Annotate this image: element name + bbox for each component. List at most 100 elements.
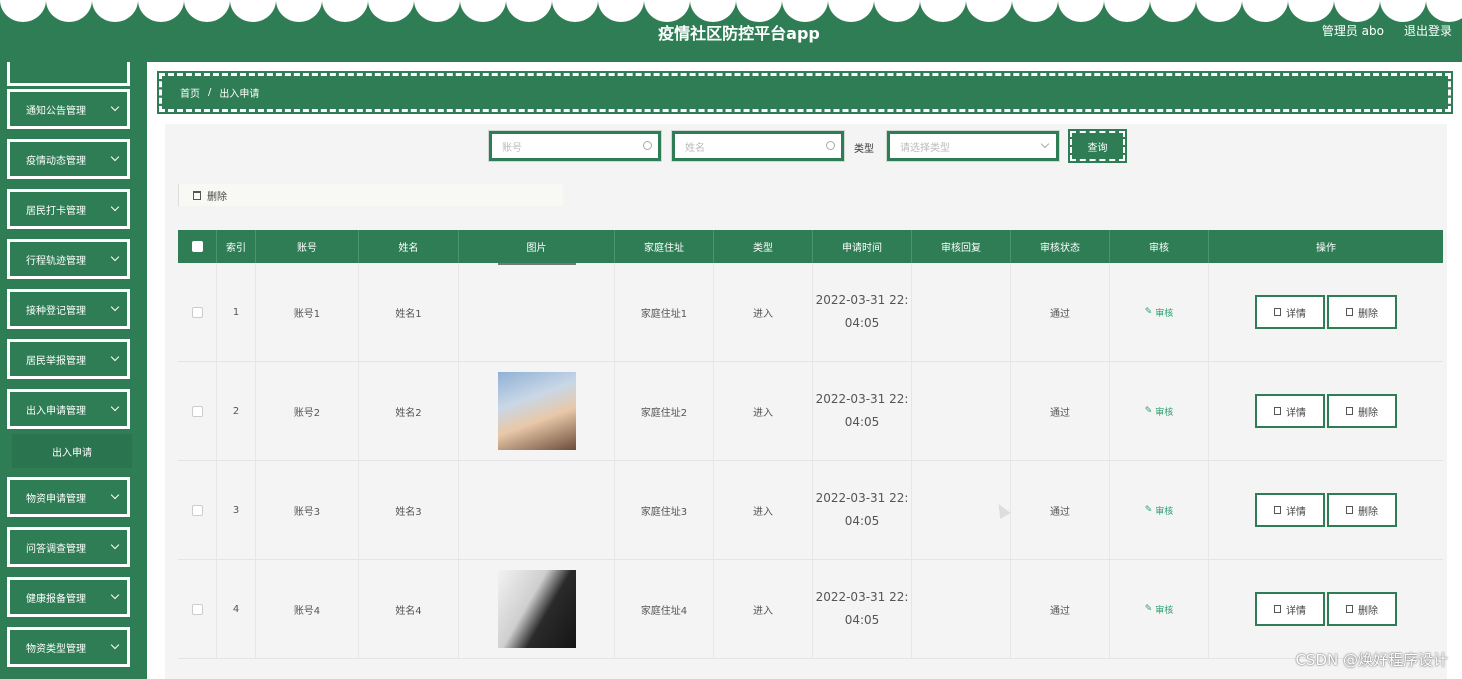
cell-time: 2022-03-31 22: 04:05	[813, 461, 912, 559]
row-checkbox[interactable]	[191, 603, 203, 615]
cell-index: 4	[217, 560, 256, 658]
cell-image	[459, 560, 615, 658]
chevron-down-icon	[110, 352, 120, 362]
chevron-down-icon	[110, 102, 120, 112]
scallop-shape	[46, 0, 92, 22]
sidebar-item-vaccine[interactable]: 接种登记管理	[7, 289, 130, 329]
audit-label: 审核	[1155, 308, 1174, 319]
detail-label: 详情	[1286, 407, 1306, 419]
scallop-shape	[92, 0, 138, 22]
sidebar-item-track[interactable]: 行程轨迹管理	[7, 239, 130, 279]
watermark: CSDN @焕好程序设计	[1295, 651, 1448, 669]
chevron-down-icon	[110, 202, 120, 212]
sidebar-item-epidemic[interactable]: 疫情动态管理	[7, 139, 130, 179]
main-area: 首页 / 出入申请 账号 姓名 类型 请选择类型 查询 删除 索引 账号 姓名 …	[147, 62, 1462, 679]
scallop-shape	[138, 0, 184, 22]
cell-name: 姓名3	[359, 461, 459, 559]
cell-actions: 详情 删除	[1209, 461, 1443, 559]
trash-icon	[193, 190, 201, 200]
cell-name: 姓名4	[359, 560, 459, 658]
delete-button[interactable]: 删除	[1327, 493, 1397, 527]
scallop-shape	[1242, 0, 1288, 22]
row-checkbox[interactable]	[191, 405, 203, 417]
edit-icon: ✎	[1144, 406, 1156, 416]
sidebar-item-notice[interactable]: 通知公告管理	[7, 89, 130, 129]
sidebar-item-supplies[interactable]: 物资申请管理	[7, 477, 130, 517]
header-scallop-decoration	[0, 0, 1462, 22]
row-select-cell	[178, 263, 217, 361]
delete-button[interactable]: 删除	[1327, 592, 1397, 626]
detail-button[interactable]: 详情	[1255, 592, 1325, 626]
chevron-down-icon	[110, 490, 120, 500]
account-search-input[interactable]: 账号	[488, 130, 662, 162]
audit-label: 审核	[1155, 506, 1174, 517]
sidebar-item-checkin[interactable]: 居民打卡管理	[7, 189, 130, 229]
table-header: 索引 账号 姓名 图片 家庭住址 类型 申请时间 审核回复 审核状态 审核 操作	[178, 230, 1443, 263]
audit-link[interactable]: ✎ 审核	[1110, 560, 1209, 658]
name-placeholder: 姓名	[685, 142, 705, 154]
name-search-input[interactable]: 姓名	[671, 130, 845, 162]
sidebar-item-label: 问答调查管理	[26, 543, 86, 555]
breadcrumb-home[interactable]: 首页	[180, 85, 200, 100]
admin-user-label: 管理员 abo	[1321, 24, 1384, 38]
batch-delete-bar: 删除	[178, 184, 563, 206]
sidebar-item-label: 通知公告管理	[26, 105, 86, 117]
detail-button[interactable]: 详情	[1255, 394, 1325, 428]
table-row: 4 账号4 姓名4 家庭住址4 进入 2022-03-31 22: 04:05 通…	[178, 560, 1443, 659]
document-icon	[1274, 308, 1281, 316]
audit-link[interactable]: ✎ 审核	[1110, 362, 1209, 460]
cell-type: 进入	[714, 263, 813, 361]
scallop-shape	[1288, 0, 1334, 22]
delete-button[interactable]: 删除	[1327, 295, 1397, 329]
scallop-shape	[644, 0, 690, 22]
audit-link[interactable]: ✎ 审核	[1110, 461, 1209, 559]
sidebar-item-partial[interactable]	[7, 62, 130, 86]
scallop-shape	[1104, 0, 1150, 22]
sidebar-item-supply-type[interactable]: 物资类型管理	[7, 627, 130, 667]
cell-reply	[912, 263, 1011, 361]
scallop-shape	[414, 0, 460, 22]
chevron-down-icon	[110, 402, 120, 412]
scallop-shape	[736, 0, 782, 22]
detail-button[interactable]: 详情	[1255, 295, 1325, 329]
row-checkbox[interactable]	[191, 306, 203, 318]
row-select-cell	[178, 362, 217, 460]
sidebar-item-health[interactable]: 健康报备管理	[7, 577, 130, 617]
person-photo[interactable]	[497, 570, 576, 648]
sidebar-item-survey[interactable]: 问答调查管理	[7, 527, 130, 567]
sidebar-item-access[interactable]: 出入申请管理	[7, 389, 130, 429]
cell-status: 通过	[1011, 461, 1110, 559]
cell-reply	[912, 560, 1011, 658]
sidebar-item-label: 居民打卡管理	[26, 205, 86, 217]
type-select[interactable]: 请选择类型	[886, 130, 1060, 162]
select-all-checkbox[interactable]	[191, 241, 203, 252]
sidebar-item-report[interactable]: 居民举报管理	[7, 339, 130, 379]
sidebar-item-label: 健康报备管理	[26, 593, 86, 605]
time-line-1: 2022-03-31 22:	[815, 491, 909, 505]
delete-button[interactable]: 删除	[1327, 394, 1397, 428]
audit-link[interactable]: ✎ 审核	[1110, 263, 1209, 361]
scallop-shape	[368, 0, 414, 22]
header-address: 家庭住址	[615, 230, 714, 263]
row-checkbox[interactable]	[191, 504, 203, 516]
table-row: 3 账号3 姓名3 家庭住址3 进入 2022-03-31 22: 04:05 通…	[178, 461, 1443, 560]
cell-address: 家庭住址2	[615, 362, 714, 460]
scallop-shape	[552, 0, 598, 22]
cell-actions: 详情 删除	[1209, 560, 1443, 658]
chevron-down-icon	[110, 302, 120, 312]
logout-link[interactable]: 退出登录	[1404, 22, 1452, 39]
cell-address: 家庭住址4	[615, 560, 714, 658]
access-request-table: 索引 账号 姓名 图片 家庭住址 类型 申请时间 审核回复 审核状态 审核 操作…	[178, 230, 1443, 659]
batch-delete-button[interactable]: 删除	[207, 188, 227, 203]
audit-label: 审核	[1155, 407, 1174, 418]
sidebar-subitem-access-request[interactable]: 出入申请	[12, 434, 132, 468]
person-photo[interactable]	[497, 372, 576, 450]
header-image: 图片	[459, 230, 615, 263]
chevron-down-icon	[110, 640, 120, 650]
detail-button[interactable]: 详情	[1255, 493, 1325, 527]
time-line-1: 2022-03-31 22:	[815, 590, 909, 604]
cell-account: 账号1	[256, 263, 359, 361]
table-row: 1 账号1 姓名1 家庭住址1 进入 2022-03-31 22: 04:05 通…	[178, 263, 1443, 362]
query-button[interactable]: 查询	[1068, 129, 1127, 163]
sidebar: 通知公告管理 疫情动态管理 居民打卡管理 行程轨迹管理 接种登记管理 居民举报管…	[0, 62, 147, 679]
